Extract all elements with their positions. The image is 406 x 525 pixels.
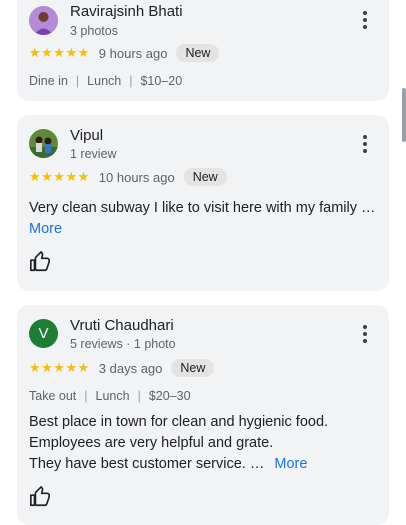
service-type: Dine in bbox=[29, 74, 68, 88]
price-range: $20–30 bbox=[148, 389, 191, 403]
service-type: Take out bbox=[29, 389, 77, 403]
more-vert-icon bbox=[363, 325, 367, 329]
more-link[interactable]: More bbox=[274, 456, 307, 472]
like-button[interactable] bbox=[29, 486, 51, 508]
review-text-line-last: They have best customer service. … More bbox=[29, 456, 308, 472]
reviewer-stats: 1 review bbox=[70, 147, 117, 161]
rating-row: ★★★★★ 10 hours ago New bbox=[29, 168, 227, 186]
review-card: Ravirajsinh Bhati 3 photos ★★★★★ 9 hours… bbox=[17, 0, 389, 101]
rating-row: ★★★★★ 9 hours ago New bbox=[29, 44, 220, 62]
avatar-photo-icon bbox=[29, 129, 58, 158]
review-time: 3 days ago bbox=[98, 360, 163, 376]
scrollbar[interactable] bbox=[402, 88, 406, 142]
reviewer-avatar[interactable] bbox=[29, 129, 58, 158]
reviewer-name[interactable]: Ravirajsinh Bhati bbox=[70, 3, 183, 20]
meal-type: Lunch bbox=[87, 74, 122, 88]
reviewer-stats: 5 reviews · 1 photo bbox=[70, 337, 176, 351]
rating-row: ★★★★★ 3 days ago New bbox=[29, 359, 215, 377]
star-rating: ★★★★★ bbox=[29, 45, 90, 61]
new-badge: New bbox=[176, 44, 220, 62]
thumb-up-icon bbox=[30, 251, 50, 272]
review-text: Very clean subway I like to visit here w… bbox=[29, 198, 379, 240]
like-button[interactable] bbox=[29, 251, 51, 273]
reviewer-avatar[interactable] bbox=[29, 6, 58, 35]
review-text-line: Employees are very helpful and grate. bbox=[29, 435, 274, 451]
reviewer-name[interactable]: Vipul bbox=[70, 127, 103, 144]
visit-details: Dine in | Lunch | $10–20 bbox=[29, 74, 183, 88]
reviewer-avatar[interactable]: V bbox=[29, 319, 58, 348]
review-text: Best place in town for clean and hygieni… bbox=[29, 412, 379, 475]
review-time: 10 hours ago bbox=[98, 169, 175, 185]
more-options-button[interactable] bbox=[355, 10, 375, 30]
avatar-photo-icon bbox=[29, 6, 58, 35]
visit-details: Take out | Lunch | $20–30 bbox=[29, 389, 191, 403]
reviewer-stats: 3 photos bbox=[70, 24, 118, 38]
review-card: Vipul 1 review ★★★★★ 10 hours ago New Ve… bbox=[17, 115, 389, 291]
price-range: $10–20 bbox=[140, 74, 183, 88]
review-text-line: Best place in town for clean and hygieni… bbox=[29, 414, 329, 430]
more-vert-icon bbox=[363, 135, 367, 139]
more-link[interactable]: More bbox=[29, 219, 379, 240]
review-card: V Vruti Chaudhari 5 reviews · 1 photo ★★… bbox=[17, 305, 389, 525]
review-text-line: Very clean subway I like to visit here w… bbox=[29, 200, 376, 216]
more-vert-icon bbox=[363, 11, 367, 15]
review-time: 9 hours ago bbox=[98, 45, 168, 61]
star-rating: ★★★★★ bbox=[29, 169, 90, 185]
more-options-button[interactable] bbox=[355, 134, 375, 154]
new-badge: New bbox=[171, 359, 215, 377]
more-options-button[interactable] bbox=[355, 324, 375, 344]
thumb-up-icon bbox=[30, 486, 50, 507]
meal-type: Lunch bbox=[95, 389, 130, 403]
new-badge: New bbox=[183, 168, 227, 186]
reviewer-name[interactable]: Vruti Chaudhari bbox=[70, 317, 174, 334]
avatar-letter: V bbox=[38, 325, 49, 342]
star-rating: ★★★★★ bbox=[29, 360, 90, 376]
